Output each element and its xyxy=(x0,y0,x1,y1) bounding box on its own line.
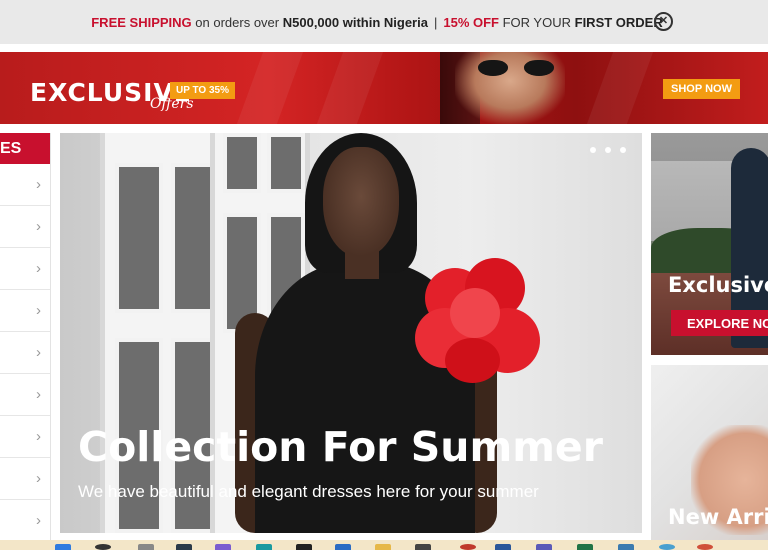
close-announcement-button[interactable]: ✕ xyxy=(654,12,673,31)
for-your-text: FOR YOUR xyxy=(502,14,571,30)
on-orders-text: on orders over xyxy=(195,14,280,30)
app-icon[interactable] xyxy=(176,544,192,550)
first-order-text: FIRST ORDER xyxy=(574,14,663,30)
category-item[interactable]: › xyxy=(0,374,50,416)
mail-icon[interactable] xyxy=(335,544,351,550)
category-item[interactable]: › xyxy=(0,164,50,206)
app-icon[interactable] xyxy=(659,544,675,550)
new-arrivals-card[interactable]: New Arri xyxy=(651,365,768,550)
flower-accessory-image xyxy=(405,248,545,386)
app-icon[interactable] xyxy=(697,544,713,550)
chevron-right-icon: › xyxy=(36,386,41,403)
os-taskbar xyxy=(0,540,768,550)
sidebar-header: ES xyxy=(0,133,50,164)
edge-icon[interactable] xyxy=(256,544,272,550)
banner-stripe xyxy=(316,52,384,124)
category-item[interactable]: › xyxy=(0,332,50,374)
category-item[interactable]: › xyxy=(0,206,50,248)
app-icon[interactable] xyxy=(296,544,312,550)
slider-dot[interactable] xyxy=(605,147,611,153)
search-icon[interactable] xyxy=(95,544,111,550)
folder-icon[interactable] xyxy=(375,544,391,550)
explore-now-button[interactable]: EXPLORE NO xyxy=(671,310,768,336)
free-shipping-text: FREE SHIPPING xyxy=(91,14,192,30)
hero-model-image xyxy=(235,133,540,533)
chevron-right-icon: › xyxy=(36,428,41,445)
slider-dot[interactable] xyxy=(590,147,596,153)
exclusive-card[interactable]: Exclusive EXPLORE NO xyxy=(651,133,768,355)
chevron-right-icon: › xyxy=(36,302,41,319)
slider-pagination xyxy=(590,147,626,153)
banner-stripe xyxy=(586,52,654,124)
chevron-right-icon: › xyxy=(36,470,41,487)
category-sidebar: ES › › › › › › › › › xyxy=(0,133,51,550)
sunglasses-image xyxy=(478,60,554,76)
category-item[interactable]: › xyxy=(0,500,50,542)
category-list: › › › › › › › › › xyxy=(0,164,50,542)
category-item[interactable]: › xyxy=(0,290,50,332)
card-title: New Arri xyxy=(668,505,768,529)
category-item[interactable]: › xyxy=(0,458,50,500)
slider-dot[interactable] xyxy=(620,147,626,153)
chrome-icon[interactable] xyxy=(460,544,476,550)
close-icon: ✕ xyxy=(658,15,669,27)
announcement-bar: FREE SHIPPING on orders over N500,000 wi… xyxy=(0,0,768,44)
task-view-icon[interactable] xyxy=(138,544,154,550)
shipping-amount-text: N500,000 within Nigeria xyxy=(282,14,428,30)
app-icon[interactable] xyxy=(215,544,231,550)
chevron-right-icon: › xyxy=(36,218,41,235)
word-icon[interactable] xyxy=(495,544,511,550)
windows-start-icon[interactable] xyxy=(55,544,71,550)
hero-subtitle: We have beautiful and elegant dresses he… xyxy=(78,482,539,501)
chevron-right-icon: › xyxy=(36,344,41,361)
card-title: Exclusive xyxy=(668,273,768,297)
chevron-right-icon: › xyxy=(36,260,41,277)
hero-slider[interactable]: Collection For Summer We have beautiful … xyxy=(60,133,642,533)
category-item[interactable]: › xyxy=(0,416,50,458)
sidebar-header-label: ES xyxy=(0,139,22,157)
teams-icon[interactable] xyxy=(536,544,552,550)
banner-stripe xyxy=(236,52,304,124)
category-item[interactable]: › xyxy=(0,248,50,290)
app-icon[interactable] xyxy=(415,544,431,550)
excel-icon[interactable] xyxy=(577,544,593,550)
chevron-right-icon: › xyxy=(36,176,41,193)
app-icon[interactable] xyxy=(618,544,634,550)
discount-text: 15% OFF xyxy=(443,14,499,30)
separator-text: | xyxy=(433,14,438,30)
shop-now-button[interactable]: SHOP NOW xyxy=(663,79,740,99)
promo-badge: UP TO 35% xyxy=(170,82,235,99)
hero-title: Collection For Summer xyxy=(78,423,603,471)
chevron-right-icon: › xyxy=(36,512,41,529)
